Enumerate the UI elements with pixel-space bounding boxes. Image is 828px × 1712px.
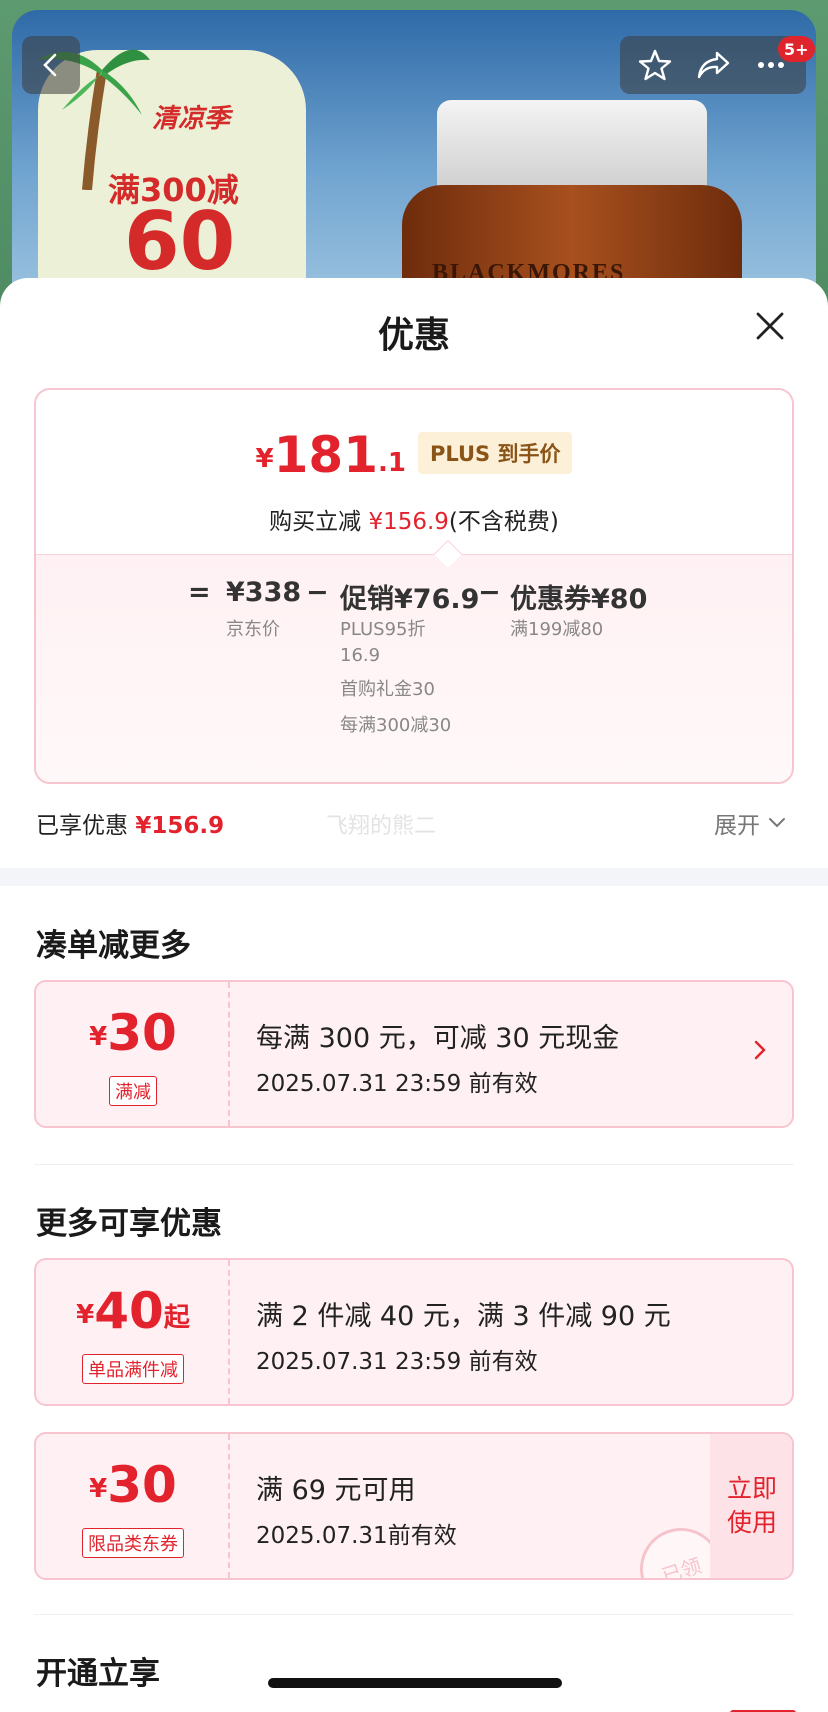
reduce-prefix: 购买立减 [269,509,362,535]
section-title-more-orders: 凑单减更多 [36,928,191,964]
coupon-item: 满199减80 [510,619,604,640]
price-integer: 181 [273,426,378,484]
coupon-validity: 2025.07.31 23:59 前有效 [256,1349,538,1375]
product-page-background: 清凉季 满300减 60 BLACKMORES 5+ [0,0,828,300]
reduce-amount: ¥156.9 [368,509,449,535]
promo-item: 16.9 [340,645,381,666]
coupon-description: 每满 300 元，可减 30 元现金 [256,1023,620,1054]
reduce-suffix: (不含税费) [448,509,559,535]
coupon-suffix: 起 [163,1303,190,1333]
chevron-down-icon [769,818,785,828]
coupon-card[interactable]: ¥ 30 限品类东券 满 69 元可用 2025.07.31前有效 已领 立即 … [34,1432,794,1580]
promo-item: 首购礼金30 [340,679,435,700]
chevron-right-icon[interactable] [748,1038,772,1062]
coupon-type-label: 限品类东券 [82,1528,184,1558]
divider [34,1614,794,1615]
expand-label: 展开 [714,813,760,839]
home-indicator [268,1678,562,1688]
coupon-type-tag: 限品类东券 [36,1528,230,1558]
base-price: ¥338 [226,577,302,608]
instant-reduce-text: 购买立减 ¥156.9(不含税费) [36,502,792,536]
cart-badge: 5+ [778,36,815,62]
sheet-title: 优惠 [377,315,450,356]
coupon-card[interactable]: ¥ 30 满减 每满 300 元，可减 30 元现金 2025.07.31 23… [34,980,794,1128]
coupon-value: ¥ 30 限品类东券 [36,1434,230,1578]
back-arrow-icon [43,53,57,77]
star-icon[interactable] [637,47,673,83]
coupon-currency: ¥ [89,1474,108,1504]
section-title-plus: 开通立享 [36,1656,160,1692]
bottle-cap [437,100,707,190]
divider [34,1164,794,1165]
section-title-more-offers: 更多可享优惠 [36,1206,222,1242]
coupon-type-label: 单品满件减 [82,1354,184,1384]
minus-sign-2: − [478,577,501,608]
watermark: 飞翔的熊二 [326,814,437,839]
enjoyed-label: 已享优惠 [36,813,128,839]
promo-line2: 60 [124,195,236,288]
price-breakdown-row: = ¥338 − 促销¥76.9 − 优惠券¥80 [36,577,792,617]
plus-price-tag: PLUS 到手价 [417,432,573,474]
price-breakdown-section: = ¥338 − 促销¥76.9 − 优惠券¥80 京东价 PLUS95折 16… [36,554,792,782]
coupon-value: ¥ 30 满减 [36,982,230,1126]
enjoyed-amount: ¥156.9 [135,813,225,839]
coupon-description: 满 69 元可用 [256,1475,416,1506]
minus-sign-1: − [306,577,329,608]
final-price-section: ¥ 181 .1 PLUS 到手价 购买立减 ¥156.9(不含税费) [36,390,792,554]
share-icon[interactable] [695,47,731,83]
coupon-currency: ¥ [89,1022,108,1052]
enjoyed-discount: 已享优惠 ¥156.9 [36,806,224,840]
price-summary-card: ¥ 181 .1 PLUS 到手价 购买立减 ¥156.9(不含税费) = ¥3… [34,388,794,784]
close-button[interactable] [748,304,792,348]
promo-price: 促销¥76.9 [340,584,480,615]
coupon-amount: ¥ 30 [36,1008,230,1058]
coupon-number: 30 [107,1456,177,1514]
coupon-validity: 2025.07.31前有效 [256,1523,457,1549]
coupon-type-tag: 单品满件减 [36,1354,230,1384]
promo-item: PLUS95折 [340,619,426,640]
discount-sheet: 优惠 ¥ 181 .1 PLUS 到手价 购买立减 ¥156.9(不含税费) =… [0,278,828,1712]
price-currency: ¥ [255,444,274,474]
coupon-number: 40 [94,1282,164,1340]
coupon-value: ¥ 40 起 单品满件减 [36,1260,230,1404]
coupon-type-tag: 满减 [36,1076,230,1106]
base-price-label: 京东价 [226,619,280,640]
coupon-number: 30 [107,1004,177,1062]
coupon-card[interactable]: ¥ 40 起 单品满件减 满 2 件减 40 元，满 3 件减 90 元 202… [34,1258,794,1406]
coupon-price: 优惠券¥80 [510,584,648,615]
promo-item: 每满300减30 [340,715,452,736]
price-decimal: .1 [377,448,406,478]
equals-sign: = [188,577,211,608]
coupon-type-label: 满减 [109,1076,157,1106]
coupon-amount: ¥ 40 起 [36,1286,230,1336]
coupon-validity: 2025.07.31 23:59 前有效 [256,1071,538,1097]
promo-logo: 清凉季 [152,104,231,134]
close-icon [756,312,784,340]
use-now-button[interactable]: 立即 使用 [710,1434,792,1578]
coupon-currency: ¥ [76,1300,95,1330]
final-price: ¥ 181 .1 PLUS 到手价 [36,430,792,480]
coupon-description: 满 2 件减 40 元，满 3 件减 90 元 [256,1301,671,1332]
section-divider [0,868,828,886]
coupon-amount: ¥ 30 [36,1460,230,1510]
expand-button[interactable]: 展开 [714,806,786,840]
back-button[interactable] [22,36,80,94]
